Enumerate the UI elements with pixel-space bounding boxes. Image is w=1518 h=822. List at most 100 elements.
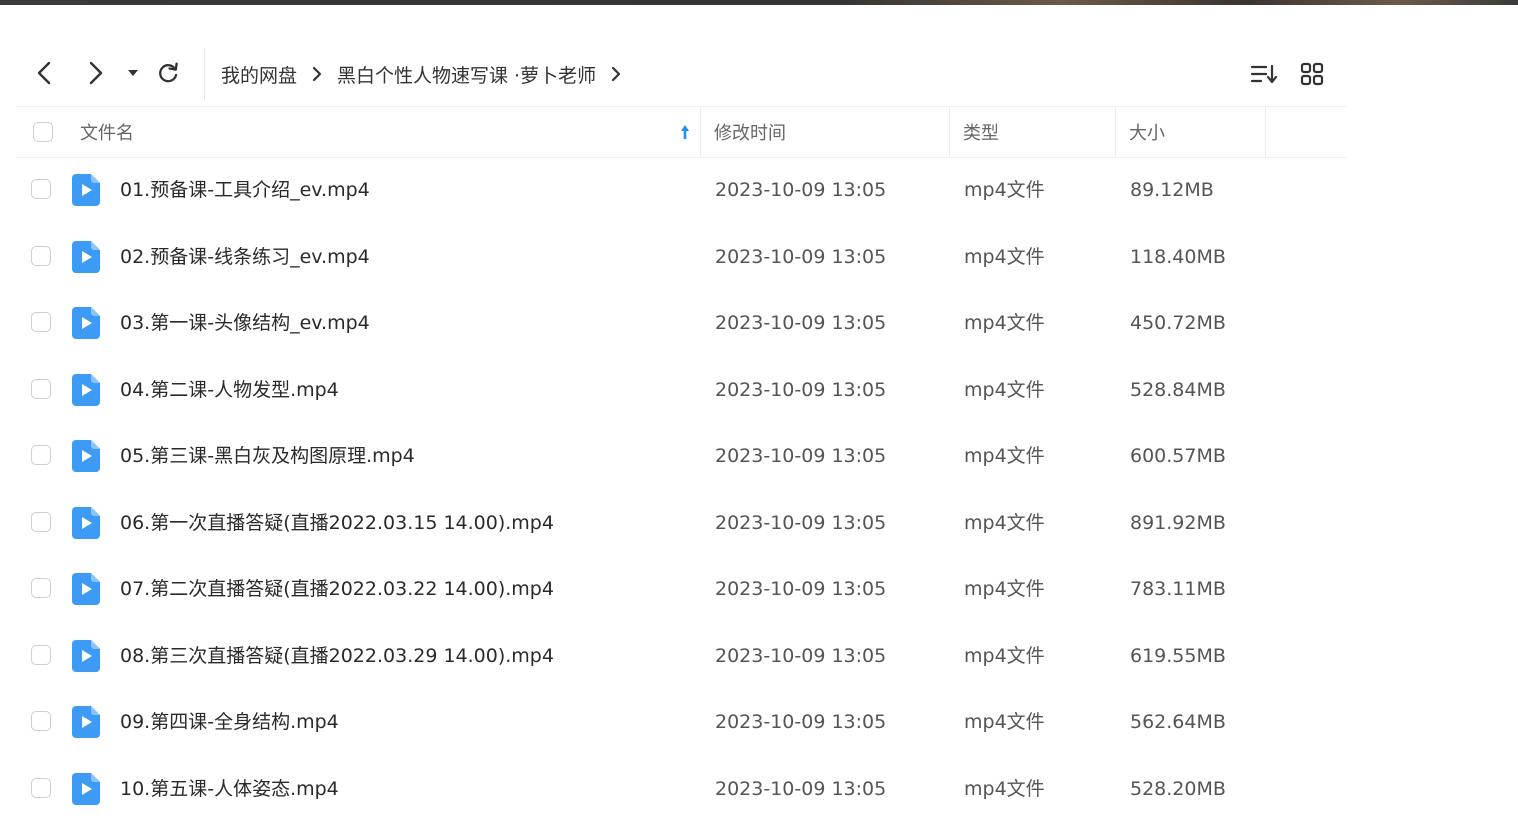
video-file-icon [72,374,100,406]
chevron-right-icon[interactable] [610,66,622,82]
file-size: 562.64MB [1130,689,1226,756]
file-modified-time: 2023-10-09 13:05 [715,357,886,424]
file-name[interactable]: 02.预备课-线条练习_ev.mp4 [120,224,370,291]
file-name[interactable]: 06.第一次直播答疑(直播2022.03.15 14.00).mp4 [120,490,554,557]
row-checkbox[interactable] [31,379,51,399]
column-header-size-label: 大小 [1129,119,1165,145]
file-name[interactable]: 07.第二次直播答疑(直播2022.03.22 14.00).mp4 [120,556,554,623]
row-checkbox[interactable] [31,645,51,665]
history-dropdown-button[interactable] [120,58,146,88]
back-button[interactable] [30,58,60,88]
video-file-icon [72,174,100,206]
file-size: 89.12MB [1130,157,1214,224]
file-type: mp4文件 [964,157,1045,224]
video-file-icon [72,706,100,738]
file-type: mp4文件 [964,490,1045,557]
sort-button[interactable] [1248,58,1280,90]
refresh-button[interactable] [153,58,183,88]
file-type: mp4文件 [964,756,1045,822]
file-size: 118.40MB [1130,224,1226,291]
video-file-icon [72,573,100,605]
sort-icon [1250,62,1278,86]
file-size: 528.84MB [1130,357,1226,424]
file-row[interactable]: 06.第一次直播答疑(直播2022.03.15 14.00).mp4 2023-… [16,490,1346,557]
file-row[interactable]: 05.第三课-黑白灰及构图原理.mp4 2023-10-09 13:05 mp4… [16,423,1346,490]
file-modified-time: 2023-10-09 13:05 [715,490,886,557]
sort-ascending-arrow-icon [680,124,690,140]
file-size: 450.72MB [1130,290,1226,357]
column-header-size[interactable]: 大小 [1129,107,1259,157]
file-size: 891.92MB [1130,490,1226,557]
file-type: mp4文件 [964,290,1045,357]
file-modified-time: 2023-10-09 13:05 [715,689,886,756]
file-row[interactable]: 04.第二课-人物发型.mp4 2023-10-09 13:05 mp4文件 5… [16,357,1346,424]
file-row[interactable]: 10.第五课-人体姿态.mp4 2023-10-09 13:05 mp4文件 5… [16,756,1346,822]
forward-button[interactable] [80,58,110,88]
row-checkbox[interactable] [31,312,51,332]
row-checkbox[interactable] [31,445,51,465]
file-type: mp4文件 [964,623,1045,690]
column-divider[interactable] [949,107,950,157]
view-tools [1248,58,1328,90]
video-file-icon [72,507,100,539]
file-row[interactable]: 01.预备课-工具介绍_ev.mp4 2023-10-09 13:05 mp4文… [16,157,1346,224]
file-list-header: 文件名 修改时间 类型 大小 [16,106,1346,158]
column-divider[interactable] [700,107,701,157]
row-checkbox[interactable] [31,512,51,532]
chevron-right-icon [311,66,323,82]
column-header-type-label: 类型 [963,119,999,145]
caret-down-icon [127,68,139,78]
file-name[interactable]: 10.第五课-人体姿态.mp4 [120,756,339,822]
column-header-name-label: 文件名 [80,119,134,145]
file-row[interactable]: 07.第二次直播答疑(直播2022.03.22 14.00).mp4 2023-… [16,556,1346,623]
video-file-icon [72,640,100,672]
file-modified-time: 2023-10-09 13:05 [715,224,886,291]
file-name[interactable]: 03.第一课-头像结构_ev.mp4 [120,290,370,357]
row-checkbox[interactable] [31,711,51,731]
refresh-icon [156,61,180,85]
video-file-icon [72,307,100,339]
file-row[interactable]: 02.预备课-线条练习_ev.mp4 2023-10-09 13:05 mp4文… [16,224,1346,291]
video-file-icon [72,241,100,273]
grid-view-icon [1300,62,1324,86]
file-size: 619.55MB [1130,623,1226,690]
row-checkbox[interactable] [31,246,51,266]
row-checkbox[interactable] [31,179,51,199]
file-row[interactable]: 03.第一课-头像结构_ev.mp4 2023-10-09 13:05 mp4文… [16,290,1346,357]
file-name[interactable]: 09.第四课-全身结构.mp4 [120,689,339,756]
column-divider[interactable] [1265,107,1266,157]
chevron-left-icon [34,60,56,86]
file-size: 528.20MB [1130,756,1226,822]
row-checkbox[interactable] [31,778,51,798]
chevron-right-icon [84,60,106,86]
breadcrumb-item-root[interactable]: 我的网盘 [221,61,297,88]
file-type: mp4文件 [964,689,1045,756]
toolbar: 我的网盘 黑白个性人物速写课 ·萝卜老师 [16,48,1346,100]
file-list: 01.预备课-工具介绍_ev.mp4 2023-10-09 13:05 mp4文… [16,157,1346,822]
column-header-modified[interactable]: 修改时间 [714,107,944,157]
file-modified-time: 2023-10-09 13:05 [715,157,886,224]
select-all-checkbox[interactable] [33,107,53,157]
column-header-type[interactable]: 类型 [963,107,1113,157]
file-name[interactable]: 04.第二课-人物发型.mp4 [120,357,339,424]
window-top-strip [0,0,1518,5]
row-checkbox[interactable] [31,578,51,598]
video-file-icon [72,440,100,472]
file-row[interactable]: 08.第三次直播答疑(直播2022.03.29 14.00).mp4 2023-… [16,623,1346,690]
column-header-modified-label: 修改时间 [714,119,786,145]
file-row[interactable]: 09.第四课-全身结构.mp4 2023-10-09 13:05 mp4文件 5… [16,689,1346,756]
column-divider[interactable] [1115,107,1116,157]
file-type: mp4文件 [964,556,1045,623]
file-size: 783.11MB [1130,556,1226,623]
grid-view-button[interactable] [1296,58,1328,90]
breadcrumb: 我的网盘 黑白个性人物速写课 ·萝卜老师 [204,48,636,100]
file-name[interactable]: 01.预备课-工具介绍_ev.mp4 [120,157,370,224]
breadcrumb-item-current-folder[interactable]: 黑白个性人物速写课 ·萝卜老师 [337,61,596,88]
file-name[interactable]: 08.第三次直播答疑(直播2022.03.29 14.00).mp4 [120,623,554,690]
file-name[interactable]: 05.第三课-黑白灰及构图原理.mp4 [120,423,415,490]
select-all-checkbox-box[interactable] [33,122,53,142]
file-type: mp4文件 [964,357,1045,424]
column-header-name[interactable]: 文件名 [80,107,700,157]
file-modified-time: 2023-10-09 13:05 [715,756,886,822]
file-type: mp4文件 [964,224,1045,291]
